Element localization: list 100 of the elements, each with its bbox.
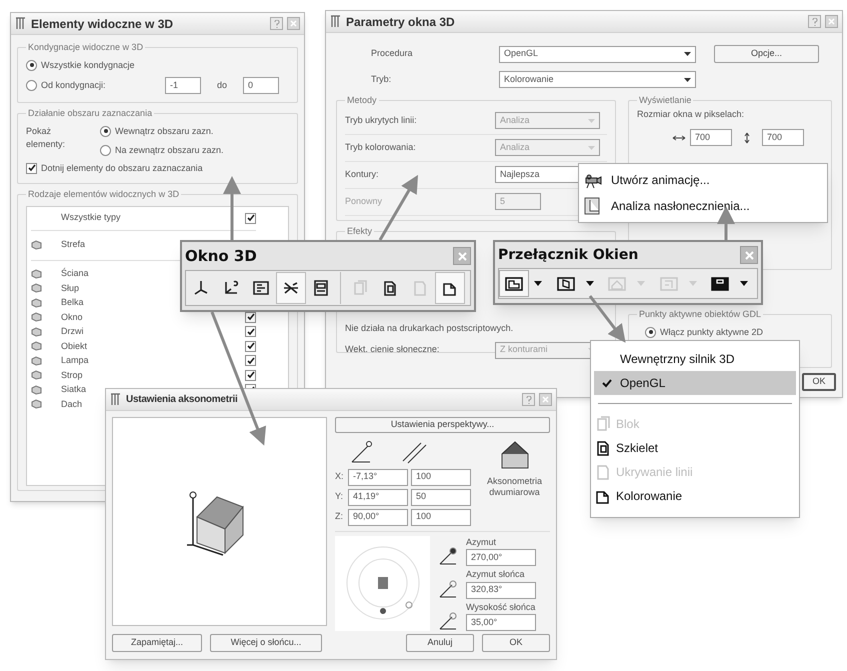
input-field[interactable]: 270,00°: [466, 549, 536, 566]
list-item-label: Strefa: [61, 238, 86, 252]
window-title: Elementy widoczne w 3D: [31, 16, 174, 32]
ok-button[interactable]: OK: [802, 373, 836, 391]
close-icon: [828, 18, 835, 25]
element-type-icon: [31, 326, 42, 337]
checkbox[interactable]: [245, 312, 256, 323]
input-field[interactable]: 0: [243, 77, 280, 94]
input-field[interactable]: 320,83°: [466, 582, 536, 598]
caret-icon: [740, 281, 748, 286]
field-label: Pokaż elementy:: [26, 124, 66, 151]
radio-button[interactable]: [26, 60, 37, 71]
close-button[interactable]: [453, 247, 471, 265]
radio-button[interactable]: [26, 80, 37, 91]
field-label: Tryb kolorowania:: [345, 140, 417, 154]
input-field[interactable]: 100: [411, 508, 471, 526]
group-title: Wyświetlanie: [638, 94, 692, 107]
dialog-button[interactable]: Zapamiętaj...: [112, 634, 202, 652]
radio-button[interactable]: [100, 145, 111, 156]
window-title: Ustawienia aksonometrii: [126, 393, 238, 407]
element-type-icon: [31, 341, 42, 352]
dialog-button[interactable]: Anuluj: [406, 634, 474, 652]
axis-label: Y:: [335, 490, 344, 504]
menu-item[interactable]: Szkielet: [594, 436, 796, 460]
close-button[interactable]: [740, 246, 758, 264]
group-title: Kondygnacje widoczne w 3D: [27, 41, 144, 54]
check-icon: [28, 164, 36, 172]
toolbar-icon: [411, 279, 429, 297]
element-type-icon: [31, 283, 42, 294]
list-item-label: Wszystkie typy: [61, 211, 121, 224]
tool-button[interactable]: [276, 272, 306, 304]
field-label: Azymut słońca: [466, 568, 526, 581]
axis-label: X:: [335, 470, 345, 484]
dialog-button[interactable]: Opcje...: [714, 45, 819, 63]
field-label: Azymut: [466, 536, 498, 549]
menu-item[interactable]: OpenGL: [594, 371, 796, 395]
element-type-icon: [31, 370, 42, 380]
checkbox[interactable]: [245, 326, 256, 338]
switch-button[interactable]: [499, 270, 529, 297]
checkbox[interactable]: [26, 162, 37, 174]
list-item-label: Dach: [61, 398, 82, 410]
window-view-icon: [658, 276, 678, 292]
window-view-icon: [556, 276, 576, 292]
field-label: Wysokość słońca: [466, 600, 536, 614]
element-type-icon: [31, 240, 42, 250]
perspective-button[interactable]: Ustawienia perspektywy...: [335, 417, 550, 432]
field-label: do: [216, 78, 228, 92]
input-field[interactable]: -7,13°: [348, 468, 408, 486]
group-title: Punkty aktywne obiektów GDL: [638, 308, 762, 321]
window-view-icon: [607, 276, 627, 292]
group-title: Metody: [346, 94, 378, 107]
list-item-label: Słup: [61, 282, 80, 295]
element-type-icon: [31, 356, 42, 366]
dialog-button[interactable]: Więcej o słońcu...: [210, 634, 322, 652]
input-field[interactable]: 90,00°: [348, 508, 408, 526]
group-title: Efekty: [346, 224, 374, 238]
dropdown-field[interactable]: Kolorowanie: [499, 71, 696, 88]
width-arrow-icon: [672, 134, 686, 140]
radio-button[interactable]: [100, 126, 111, 137]
input-field[interactable]: -1: [165, 77, 201, 94]
checkbox[interactable]: [245, 212, 256, 224]
list-item-label: Okno: [61, 310, 83, 324]
element-type-icon: [31, 268, 42, 279]
help-icon: [526, 396, 532, 404]
element-type-icon: [31, 312, 42, 322]
element-type-icon: [31, 298, 42, 308]
input-field[interactable]: 35,00°: [466, 614, 536, 631]
dialog-button[interactable]: OK: [482, 634, 550, 652]
toolbar-icon: [381, 279, 399, 297]
check-icon: [246, 214, 254, 222]
input-field[interactable]: 50: [411, 488, 471, 506]
input-field[interactable]: 100: [411, 468, 471, 486]
menu-item[interactable]: Kolorowanie: [594, 484, 796, 508]
input-field[interactable]: 700: [762, 129, 804, 146]
menu-item[interactable]: Analiza nasłonecznienia...: [583, 195, 823, 217]
field-label: Tryb ukrytych linii:: [345, 114, 418, 127]
checkbox[interactable]: [245, 355, 256, 366]
palette-title: Okno 3D: [185, 246, 257, 267]
checkbox[interactable]: [245, 370, 256, 381]
caret-icon: [588, 118, 595, 122]
caret-icon: [534, 281, 542, 286]
caret-icon: [688, 281, 696, 286]
input-field[interactable]: 700: [690, 129, 732, 146]
radio-label: Od kondygnacji:: [41, 78, 107, 92]
caret-icon: [684, 78, 691, 82]
list-item-label: Strop: [61, 368, 83, 382]
tool-button[interactable]: [435, 272, 465, 304]
checkbox[interactable]: [245, 340, 256, 352]
list-item-label: Lampa: [61, 354, 89, 367]
help-icon: [274, 20, 280, 28]
input-field[interactable]: 41,19°: [348, 488, 408, 506]
preset-label: Aksonometria dwumiarowa: [486, 476, 544, 498]
list-item-label: Ściana: [61, 267, 89, 280]
close-icon: [458, 252, 466, 260]
check-icon: [602, 378, 612, 388]
dropdown-field[interactable]: OpenGL: [499, 46, 696, 62]
radio-button[interactable]: [645, 326, 656, 338]
toolbar-icon: [222, 279, 240, 297]
note-text: Nie działa na drukarkach postscriptowych.: [345, 323, 514, 333]
checkbox-label: Dotnij elementy do obszaru zaznaczania: [41, 162, 203, 175]
